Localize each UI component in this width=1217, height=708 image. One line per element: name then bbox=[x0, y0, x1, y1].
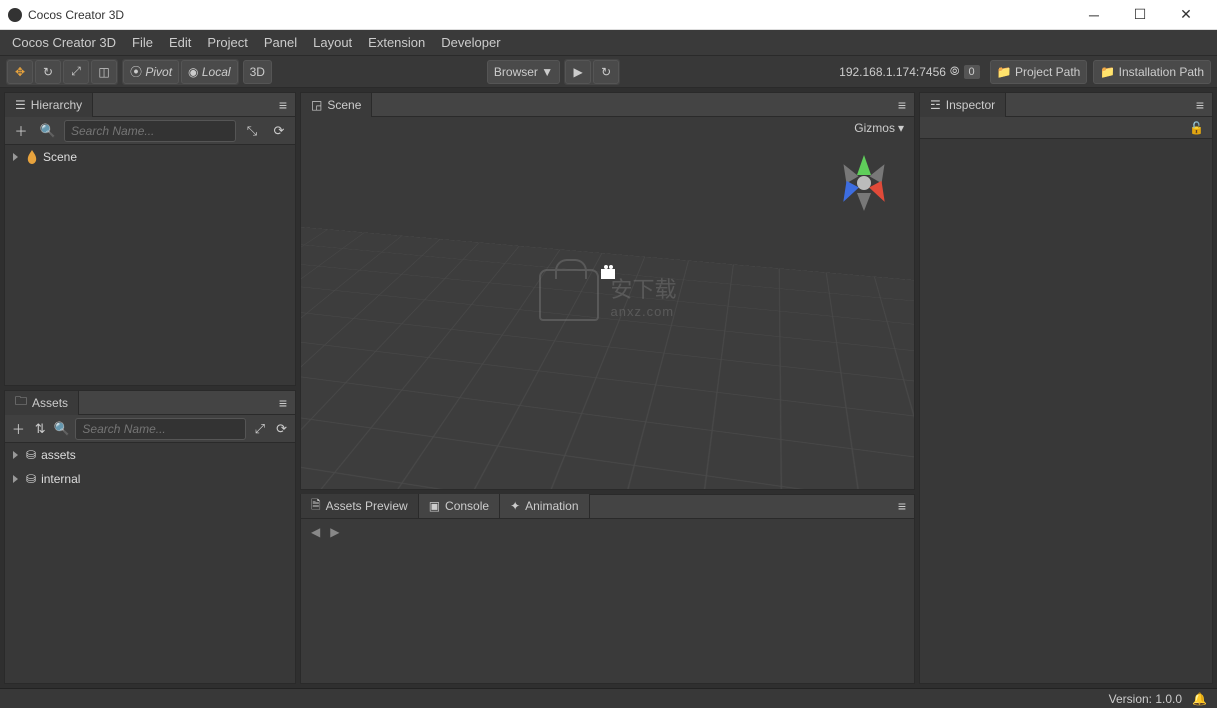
move-tool-button[interactable]: ✥ bbox=[7, 60, 33, 84]
app-logo-icon bbox=[8, 8, 22, 22]
inspector-icon: ☲ bbox=[930, 98, 941, 112]
menu-developer[interactable]: Developer bbox=[433, 31, 508, 54]
database-icon: ⛁ bbox=[26, 448, 36, 462]
bottom-panel-menu[interactable]: ≡ bbox=[890, 498, 914, 514]
hierarchy-icon: ☰ bbox=[15, 98, 26, 112]
menu-project[interactable]: Project bbox=[199, 31, 255, 54]
history-back-button[interactable]: ◀ bbox=[311, 525, 320, 539]
assets-preview-body bbox=[301, 545, 914, 683]
reload-button[interactable]: ↻ bbox=[593, 60, 619, 84]
flame-icon bbox=[26, 150, 38, 164]
inspector-panel: ☲ Inspector ≡ 🔓 bbox=[919, 92, 1213, 684]
caret-icon bbox=[13, 153, 21, 161]
menu-layout[interactable]: Layout bbox=[305, 31, 360, 54]
3d-toggle-button[interactable]: 3D bbox=[243, 60, 272, 84]
gizmos-dropdown[interactable]: Gizmos bbox=[854, 121, 895, 135]
ip-address: 192.168.1.174:7456 ⦾ 0 bbox=[835, 64, 984, 79]
orientation-gizmo[interactable] bbox=[838, 157, 890, 209]
close-button[interactable]: ✕ bbox=[1163, 0, 1209, 30]
console-tab[interactable]: ▣ Console bbox=[419, 494, 500, 518]
console-icon: ▣ bbox=[429, 499, 440, 513]
window-title: Cocos Creator 3D bbox=[28, 8, 1071, 22]
bag-icon bbox=[538, 269, 598, 321]
axis-z-icon bbox=[837, 181, 859, 205]
refresh-button[interactable]: ⟳ bbox=[268, 120, 290, 142]
bottom-panel: 🗎 Assets Preview ▣ Console ✦ Animation ≡… bbox=[300, 494, 915, 684]
menu-app[interactable]: Cocos Creator 3D bbox=[4, 31, 124, 54]
animation-icon: ✦ bbox=[510, 499, 520, 513]
folder-icon: 📁 bbox=[997, 65, 1012, 79]
add-asset-button[interactable]: ＋ bbox=[10, 418, 27, 440]
preview-target-dropdown[interactable]: Browser ▼ bbox=[487, 60, 560, 84]
rotate-tool-button[interactable]: ↻ bbox=[35, 60, 61, 84]
asset-folder-internal[interactable]: ⛁ internal bbox=[5, 467, 295, 491]
scene-tab[interactable]: ◲ Scene bbox=[301, 93, 372, 117]
inspector-body bbox=[920, 139, 1212, 683]
folder-icon: 📁 bbox=[1100, 65, 1115, 79]
scene-viewport[interactable]: Gizmos ▾ 安下载 anxz.com bbox=[301, 117, 914, 489]
hierarchy-search-input[interactable] bbox=[64, 120, 236, 142]
scene-panel-menu[interactable]: ≡ bbox=[890, 97, 914, 113]
scene-root-item[interactable]: Scene bbox=[5, 145, 295, 169]
play-button[interactable]: ▶ bbox=[565, 60, 591, 84]
hierarchy-panel: ☰ Hierarchy ≡ ＋ 🔍 ⤡ ⟳ Scene bbox=[4, 92, 296, 386]
search-icon: 🔍 bbox=[54, 418, 71, 440]
titlebar: Cocos Creator 3D ─ ☐ ✕ bbox=[0, 0, 1217, 30]
installation-path-button[interactable]: 📁 Installation Path bbox=[1093, 60, 1211, 84]
preview-icon: 🗎 bbox=[311, 496, 321, 517]
wifi-icon: ⦾ bbox=[950, 64, 960, 79]
rect-tool-button[interactable]: ◫ bbox=[91, 60, 117, 84]
collapse-all-button[interactable]: ⤡ bbox=[241, 120, 263, 142]
project-path-button[interactable]: 📁 Project Path bbox=[990, 60, 1088, 84]
pivot-icon: ⦿ bbox=[130, 63, 142, 80]
menu-edit[interactable]: Edit bbox=[161, 31, 199, 54]
caret-icon bbox=[13, 475, 21, 483]
sort-button[interactable]: ⇅ bbox=[32, 418, 49, 440]
inspector-panel-menu[interactable]: ≡ bbox=[1188, 97, 1212, 113]
notifications-button[interactable]: 🔔 bbox=[1192, 692, 1207, 706]
scene-panel: ◲ Scene ≡ Gizmos ▾ 安下载 anxz.com bbox=[300, 92, 915, 490]
maximize-button[interactable]: ☐ bbox=[1117, 0, 1163, 30]
toolbar: ✥ ↻ ⤢ ◫ ⦿ Pivot ◉ Local 3D Browser ▼ ▶ ↻… bbox=[0, 56, 1217, 88]
asset-folder-assets[interactable]: ⛁ assets bbox=[5, 443, 295, 467]
expand-button[interactable]: ⤢ bbox=[251, 418, 268, 440]
pivot-button[interactable]: ⦿ Pivot bbox=[123, 60, 179, 84]
add-node-button[interactable]: ＋ bbox=[10, 120, 32, 142]
scene-icon: ◲ bbox=[311, 98, 322, 112]
scale-tool-button[interactable]: ⤢ bbox=[63, 60, 89, 84]
menu-panel[interactable]: Panel bbox=[256, 31, 305, 54]
history-forward-button[interactable]: ▶ bbox=[330, 525, 339, 539]
animation-tab[interactable]: ✦ Animation bbox=[500, 494, 589, 518]
assets-preview-tab[interactable]: 🗎 Assets Preview bbox=[301, 494, 419, 518]
watermark: 安下载 anxz.com bbox=[538, 269, 676, 321]
refresh-assets-button[interactable]: ⟳ bbox=[273, 418, 290, 440]
assets-tab[interactable]: 🗀 Assets bbox=[5, 391, 79, 415]
local-button[interactable]: ◉ Local bbox=[181, 60, 238, 84]
version-label: Version: 1.0.0 bbox=[1109, 692, 1182, 706]
statusbar: Version: 1.0.0 🔔 bbox=[0, 688, 1217, 708]
globe-icon: ◉ bbox=[188, 65, 198, 79]
assets-icon: 🗀 bbox=[15, 392, 27, 413]
hierarchy-tab[interactable]: ☰ Hierarchy bbox=[5, 93, 93, 117]
axis-x-icon bbox=[869, 181, 891, 205]
axis-y-icon bbox=[857, 155, 871, 175]
menu-file[interactable]: File bbox=[124, 31, 161, 54]
minimize-button[interactable]: ─ bbox=[1071, 0, 1117, 30]
lock-button[interactable]: 🔓 bbox=[1189, 121, 1204, 135]
menubar: Cocos Creator 3D File Edit Project Panel… bbox=[0, 30, 1217, 56]
assets-panel-menu[interactable]: ≡ bbox=[271, 395, 295, 411]
chevron-down-icon: ▾ bbox=[898, 121, 904, 135]
database-icon: ⛁ bbox=[26, 472, 36, 486]
assets-search-input[interactable] bbox=[75, 418, 246, 440]
caret-icon bbox=[13, 451, 21, 459]
hierarchy-panel-menu[interactable]: ≡ bbox=[271, 97, 295, 113]
assets-panel: 🗀 Assets ≡ ＋ ⇅ 🔍 ⤢ ⟳ ⛁ assets bbox=[4, 390, 296, 684]
inspector-tab[interactable]: ☲ Inspector bbox=[920, 93, 1006, 117]
connection-count-badge: 0 bbox=[964, 65, 980, 79]
menu-extension[interactable]: Extension bbox=[360, 31, 433, 54]
search-icon: 🔍 bbox=[37, 120, 59, 142]
